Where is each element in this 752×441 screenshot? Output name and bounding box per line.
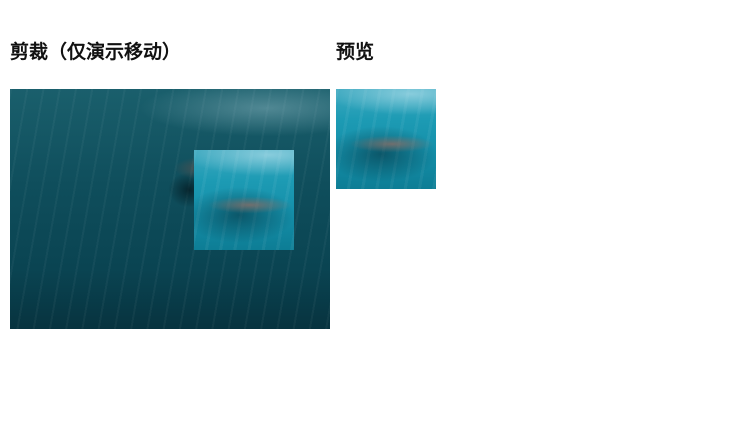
preview-image-content xyxy=(336,89,436,189)
crop-area xyxy=(10,89,330,329)
crop-selection-image xyxy=(194,150,294,250)
crop-heading: 剪裁（仅演示移动） xyxy=(10,41,182,63)
preview-image xyxy=(336,89,436,189)
preview-heading: 预览 xyxy=(336,41,375,63)
crop-selection-box[interactable] xyxy=(194,150,294,250)
